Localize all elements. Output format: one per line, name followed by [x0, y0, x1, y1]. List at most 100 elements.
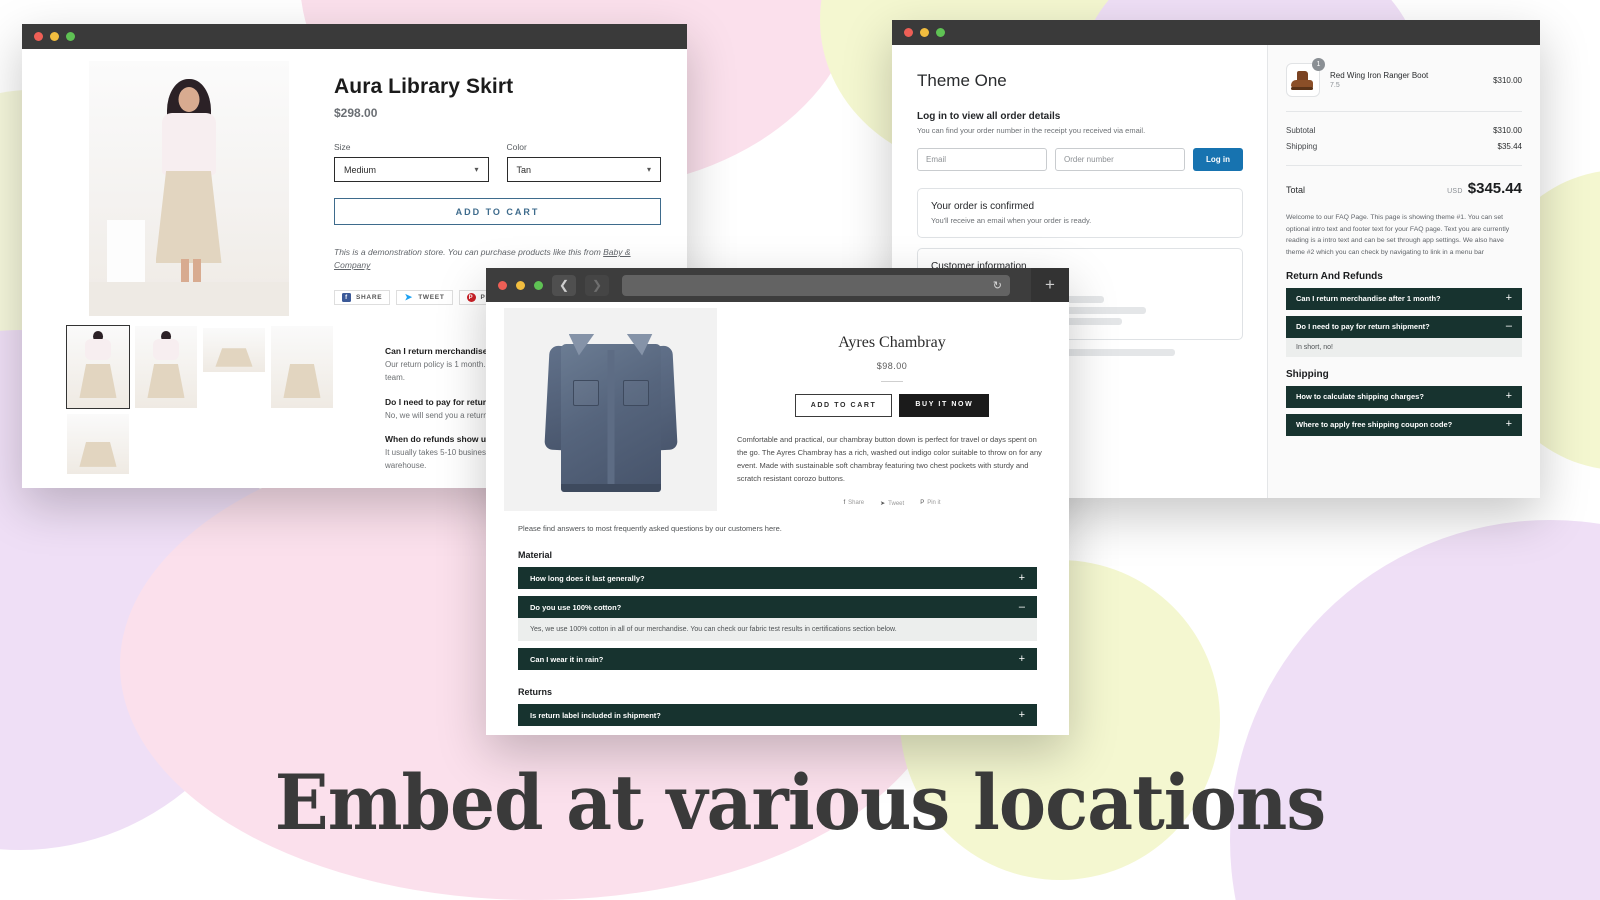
- plus-icon: +: [1505, 390, 1512, 403]
- close-icon[interactable]: [34, 32, 43, 41]
- hero-plinth: [106, 220, 145, 282]
- accordion-header[interactable]: Is return label included in shipment? +: [518, 704, 1037, 726]
- accordion-item: Where to apply free shipping coupon code…: [1286, 413, 1522, 436]
- thumbnail-strip: [66, 325, 339, 474]
- log-in-button[interactable]: Log in: [1193, 148, 1243, 171]
- order-status-subtext: You'll receive an email when your order …: [931, 216, 1092, 225]
- product-thumbnail: 1: [1286, 58, 1325, 97]
- thumbnail-4[interactable]: [271, 326, 333, 408]
- facebook-icon: f: [843, 499, 846, 506]
- maximize-icon[interactable]: [534, 280, 543, 290]
- window1-titlebar[interactable]: [22, 24, 687, 49]
- login-subtext: You can find your order number in the re…: [917, 126, 1146, 135]
- accordion-header[interactable]: Do I need to pay for return shipment? –: [1286, 315, 1522, 338]
- page-title: Aura Library Skirt: [334, 75, 514, 98]
- thumbnail-5[interactable]: [67, 414, 129, 474]
- purchase-buttons: ADD TO CART BUY IT NOW: [733, 394, 1051, 417]
- pinterest-icon: P: [920, 499, 925, 506]
- store-brand-name: Theme One: [917, 71, 1007, 90]
- model-blouse: [161, 113, 216, 175]
- accordion-question: Where to apply free shipping coupon code…: [1296, 420, 1453, 430]
- accordion-question: How long does it last generally?: [530, 573, 645, 583]
- cart-item-name: Red Wing Iron Ranger Boot: [1330, 71, 1429, 80]
- accordion-item: How long does it last generally? +: [518, 567, 1037, 589]
- plus-icon: +: [1018, 571, 1025, 584]
- accordion-header[interactable]: Can I wear it in rain? +: [518, 648, 1037, 670]
- login-heading: Log in to view all order details: [917, 111, 1061, 122]
- add-to-cart-button[interactable]: ADD TO CART: [794, 394, 893, 417]
- accordion-answer: Yes, we use 100% cotton in all of our me…: [518, 618, 1037, 641]
- share-pinterest-button[interactable]: P Pin it: [920, 500, 940, 507]
- quantity-badge: 1: [1312, 58, 1325, 71]
- size-select-value: Medium: [344, 164, 377, 175]
- total-amount: USD $345.44: [1447, 180, 1522, 197]
- product-description: Comfortable and practical, our chambray …: [737, 435, 1042, 484]
- product-price: $98.00: [876, 361, 908, 371]
- page-title: Ayres Chambray: [838, 334, 946, 351]
- thumbnail-2[interactable]: [135, 326, 197, 408]
- total-label: Total: [1286, 185, 1306, 195]
- close-icon[interactable]: [498, 280, 507, 290]
- order-number-field[interactable]: Order number: [1055, 148, 1185, 171]
- plus-icon: +: [1505, 292, 1512, 305]
- maximize-icon[interactable]: [936, 28, 945, 37]
- headline-text: Embed at various locations: [274, 758, 1326, 847]
- accordion-question: Can I wear it in rain?: [530, 654, 604, 664]
- minimize-icon[interactable]: [50, 32, 59, 41]
- minimize-icon[interactable]: [920, 28, 929, 37]
- shipping-row: Shipping $35.44: [1286, 142, 1522, 151]
- address-bar[interactable]: ↻: [622, 274, 1010, 296]
- size-select[interactable]: Medium ▾: [334, 157, 489, 182]
- thumbnail-3[interactable]: [203, 328, 265, 372]
- back-button[interactable]: ❮: [552, 274, 576, 296]
- accordion-header[interactable]: Can I return merchandise after 1 month? …: [1286, 287, 1522, 310]
- plus-icon: +: [1018, 708, 1025, 721]
- subtotal-row: Subtotal $310.00: [1286, 126, 1522, 135]
- share-twitter-button[interactable]: ➤ Tweet: [880, 500, 904, 507]
- faq-group-title: Returns: [518, 687, 553, 697]
- accordion-header[interactable]: Do you use 100% cotton? –: [518, 596, 1037, 618]
- window2-titlebar[interactable]: [892, 20, 1540, 45]
- product-options: Size Medium ▾ Color Tan ▾: [334, 142, 661, 182]
- cart-line-item: 1 Red Wing Iron Ranger Boot 7.5 $310.00: [1286, 58, 1522, 97]
- buy-it-now-button[interactable]: BUY IT NOW: [899, 394, 990, 417]
- demo-note-text: This is a demonstration store. You can p…: [334, 247, 604, 257]
- add-to-cart-button[interactable]: ADD TO CART: [334, 198, 661, 225]
- divider: [1286, 165, 1522, 166]
- chambray-shirt-illustration: [543, 328, 678, 492]
- twitter-icon: ➤: [880, 500, 886, 507]
- minus-icon: –: [1505, 320, 1512, 333]
- product-hero-image[interactable]: [88, 61, 289, 316]
- email-field[interactable]: Email: [917, 148, 1047, 171]
- accordion-item: How to calculate shipping charges? +: [1286, 385, 1522, 408]
- maximize-icon[interactable]: [66, 32, 75, 41]
- share-twitter-label: Tweet: [888, 500, 905, 507]
- subtotal-label: Subtotal: [1286, 126, 1316, 135]
- faq-group-title: Shipping: [1286, 368, 1329, 380]
- chevron-down-icon: ▾: [646, 165, 651, 174]
- share-facebook-button[interactable]: f Share: [843, 500, 864, 507]
- forward-button[interactable]: ❯: [585, 274, 609, 296]
- faq-intro-text: Please find answers to most frequently a…: [518, 524, 782, 533]
- minimize-icon[interactable]: [516, 280, 525, 290]
- shipping-label: Shipping: [1286, 142, 1318, 151]
- share-facebook-label: SHARE: [356, 294, 383, 302]
- new-tab-button[interactable]: +: [1031, 268, 1069, 302]
- product-info: Ayres Chambray $98.00 ADD TO CART BUY IT…: [733, 308, 1051, 511]
- order-summary-sidebar: 1 Red Wing Iron Ranger Boot 7.5 $310.00 …: [1267, 45, 1540, 498]
- model-skirt: [155, 171, 222, 263]
- close-icon[interactable]: [904, 28, 913, 37]
- accordion-header[interactable]: How to calculate shipping charges? +: [1286, 385, 1522, 408]
- accordion-question: How to calculate shipping charges?: [1296, 392, 1424, 402]
- reload-icon[interactable]: ↻: [993, 279, 1002, 292]
- thumbnail-1[interactable]: [66, 325, 130, 409]
- shipping-value: $35.44: [1497, 142, 1522, 151]
- accordion-question: Is return label included in shipment?: [530, 710, 661, 720]
- accordion-header[interactable]: How long does it last generally? +: [518, 567, 1037, 589]
- total-row: Total USD $345.44: [1286, 180, 1522, 197]
- product-gallery: [22, 49, 333, 488]
- product-image[interactable]: [504, 308, 717, 511]
- color-select[interactable]: Tan ▾: [506, 157, 661, 182]
- divider: [881, 381, 903, 382]
- accordion-header[interactable]: Where to apply free shipping coupon code…: [1286, 413, 1522, 436]
